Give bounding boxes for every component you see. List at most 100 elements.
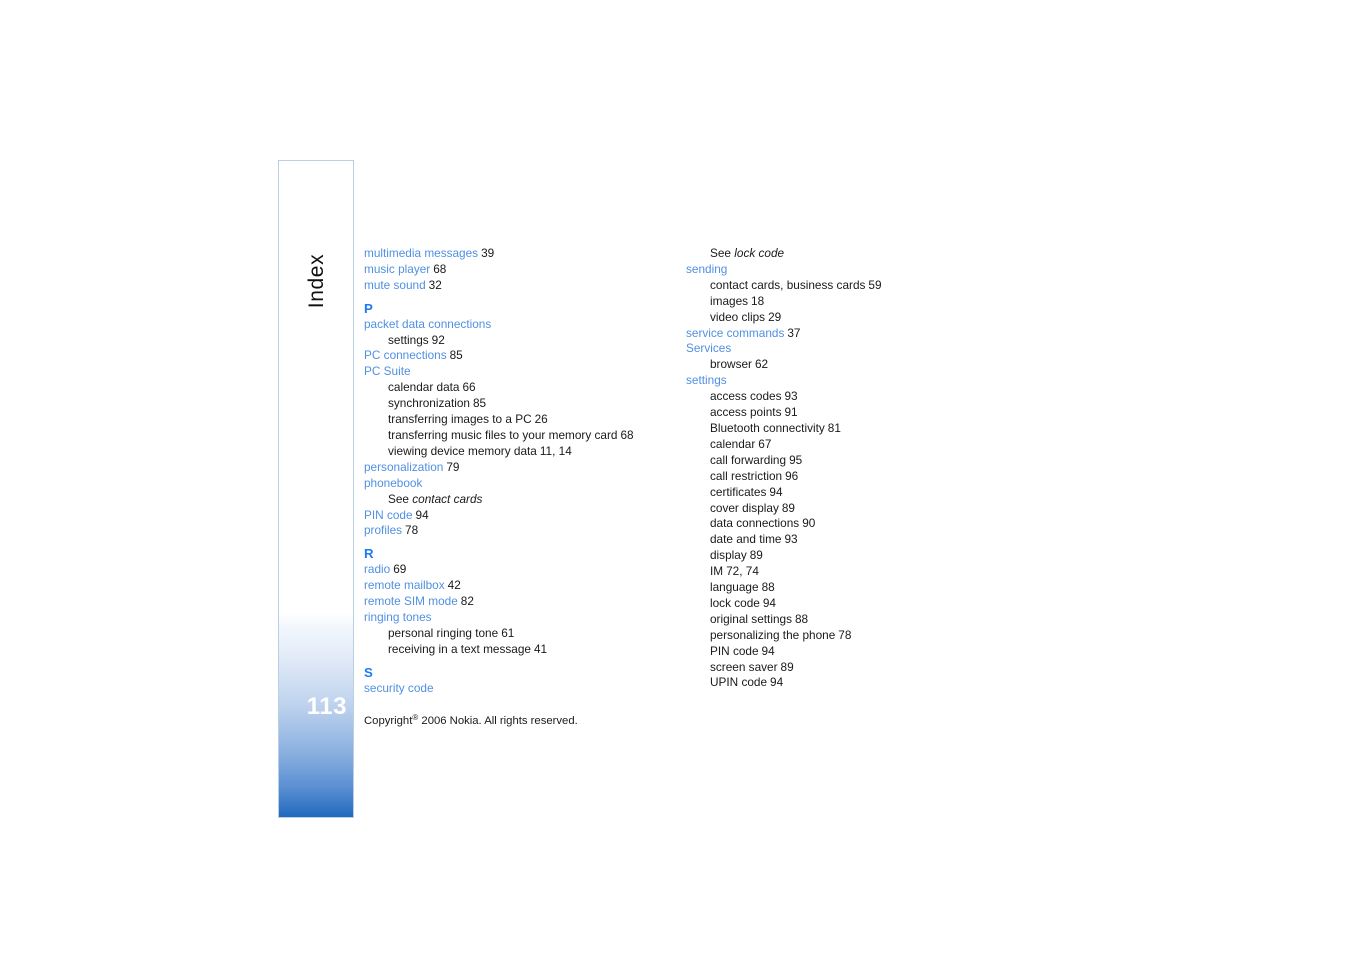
index-term: original settings	[710, 611, 792, 626]
index-entry[interactable]: profiles 78	[364, 523, 664, 539]
index-subentry[interactable]: contact cards, business cards 59	[686, 278, 986, 294]
index-entry[interactable]: ringing tones	[364, 610, 664, 626]
index-entry[interactable]: service commands 37	[686, 326, 986, 342]
see-target-term: lock code	[734, 246, 785, 260]
index-page-reference: 94	[762, 595, 776, 610]
index-subentry[interactable]: transferring images to a PC 26	[364, 412, 664, 428]
index-subentry[interactable]: receiving in a text message 41	[364, 642, 664, 658]
index-see-reference: See lock code	[686, 246, 986, 262]
index-entry[interactable]: PC connections 85	[364, 348, 664, 364]
index-term: transferring images to a PC	[388, 412, 532, 427]
index-entry[interactable]: phonebook	[364, 476, 664, 492]
index-page-reference: 85	[472, 396, 487, 411]
index-subentry[interactable]: synchronization 85	[364, 396, 664, 412]
index-page-reference: 82	[460, 594, 474, 609]
index-subentry[interactable]: language 88	[686, 580, 986, 596]
index-entry[interactable]: remote mailbox 42	[364, 578, 664, 594]
index-page-reference: 66	[462, 380, 476, 395]
index-page-reference: 94	[769, 484, 783, 499]
index-page-reference: 93	[784, 389, 798, 404]
index-subentry[interactable]: access codes 93	[686, 389, 986, 405]
index-subentry[interactable]: call forwarding 95	[686, 453, 986, 469]
index-subentry[interactable]: transferring music files to your memory …	[364, 428, 664, 444]
index-page-reference: 89	[781, 500, 795, 515]
index-subentry[interactable]: video clips 29	[686, 310, 986, 326]
index-term: PC Suite	[364, 364, 411, 379]
index-page-reference: 89	[780, 659, 794, 674]
index-term: call forwarding	[710, 452, 787, 467]
index-term: certificates	[710, 484, 767, 499]
index-term: calendar data	[388, 380, 460, 395]
index-term: remote mailbox	[364, 578, 445, 593]
index-subentry[interactable]: browser 62	[686, 357, 986, 373]
index-entry[interactable]: personalization 79	[364, 460, 664, 476]
index-page-reference: 96	[785, 468, 799, 483]
index-term: lock code	[710, 595, 760, 610]
index-subentry[interactable]: viewing device memory data 11, 14	[364, 444, 664, 460]
index-entry[interactable]: mute sound 32	[364, 278, 664, 294]
index-page-reference: 81	[827, 420, 841, 435]
index-page-reference: 95	[789, 452, 803, 467]
index-page-reference: 93	[784, 532, 798, 547]
index-term: access codes	[710, 389, 782, 404]
index-entry[interactable]: PIN code 94	[364, 508, 664, 524]
index-subentry[interactable]: cover display 89	[686, 501, 986, 517]
index-term: viewing device memory data	[388, 443, 537, 458]
index-entry[interactable]: music player 68	[364, 262, 664, 278]
index-entry[interactable]: remote SIM mode 82	[364, 594, 664, 610]
index-subentry[interactable]: calendar 67	[686, 437, 986, 453]
index-page-reference: 62	[754, 357, 769, 372]
index-subentry[interactable]: personalizing the phone 78	[686, 628, 986, 644]
index-entry[interactable]: sending	[686, 262, 986, 278]
index-entry[interactable]: Services	[686, 341, 986, 357]
index-term: music player	[364, 261, 431, 276]
index-subentry[interactable]: certificates 94	[686, 485, 986, 501]
index-page-reference: 72, 74	[726, 564, 759, 579]
index-subentry[interactable]: settings 92	[364, 333, 664, 349]
index-term: video clips	[710, 309, 766, 324]
index-term: language	[710, 580, 759, 595]
index-page-reference: 42	[447, 578, 461, 593]
index-subentry[interactable]: display 89	[686, 548, 986, 564]
index-term: date and time	[710, 532, 782, 547]
index-entry[interactable]: PC Suite	[364, 364, 664, 380]
index-entry[interactable]: multimedia messages 39	[364, 246, 664, 262]
index-subentry[interactable]: UPIN code 94	[686, 675, 986, 691]
index-term: mute sound	[364, 277, 426, 292]
index-subentry[interactable]: data connections 90	[686, 516, 986, 532]
index-subentry[interactable]: images 18	[686, 294, 986, 310]
index-letter-heading: S	[364, 664, 373, 680]
index-term: profiles	[364, 523, 403, 538]
index-subentry[interactable]: date and time 93	[686, 532, 986, 548]
index-letter-heading: R	[364, 546, 374, 562]
index-subentry[interactable]: lock code 94	[686, 596, 986, 612]
index-subentry[interactable]: calendar data 66	[364, 380, 664, 396]
index-subentry[interactable]: personal ringing tone 61	[364, 626, 664, 642]
index-page-reference: 32	[428, 277, 442, 292]
index-term: transferring music files to your memory …	[388, 427, 618, 442]
index-entry[interactable]: packet data connections	[364, 317, 664, 333]
index-subentry[interactable]: PIN code 94	[686, 644, 986, 660]
index-page-reference: 61	[501, 625, 515, 640]
index-entry[interactable]: settings	[686, 373, 986, 389]
index-subentry[interactable]: IM 72, 74	[686, 564, 986, 580]
index-subentry[interactable]: original settings 88	[686, 612, 986, 628]
index-subentry[interactable]: call restriction 96	[686, 469, 986, 485]
index-entry[interactable]: radio 69	[364, 562, 664, 578]
index-page-reference: 78	[405, 523, 419, 538]
index-entry[interactable]: security code	[364, 681, 664, 697]
index-column-right: See lock code sending contact cards, busin…	[686, 246, 986, 691]
index-term: phonebook	[364, 475, 423, 490]
copyright-notice: Copyright® 2006 Nokia. All rights reserv…	[364, 713, 578, 727]
index-subentry[interactable]: Bluetooth connectivity 81	[686, 421, 986, 437]
index-page-reference: 90	[802, 516, 816, 531]
index-term: images	[710, 293, 749, 308]
index-page-reference: 79	[446, 459, 460, 474]
index-subentry[interactable]: screen saver 89	[686, 660, 986, 676]
index-term: sending	[686, 261, 728, 276]
index-page-reference: 41	[533, 641, 548, 656]
index-term: remote SIM mode	[364, 594, 458, 609]
index-subentry[interactable]: access points 91	[686, 405, 986, 421]
index-term: Bluetooth connectivity	[710, 420, 825, 435]
index-term: receiving in a text message	[388, 641, 531, 656]
